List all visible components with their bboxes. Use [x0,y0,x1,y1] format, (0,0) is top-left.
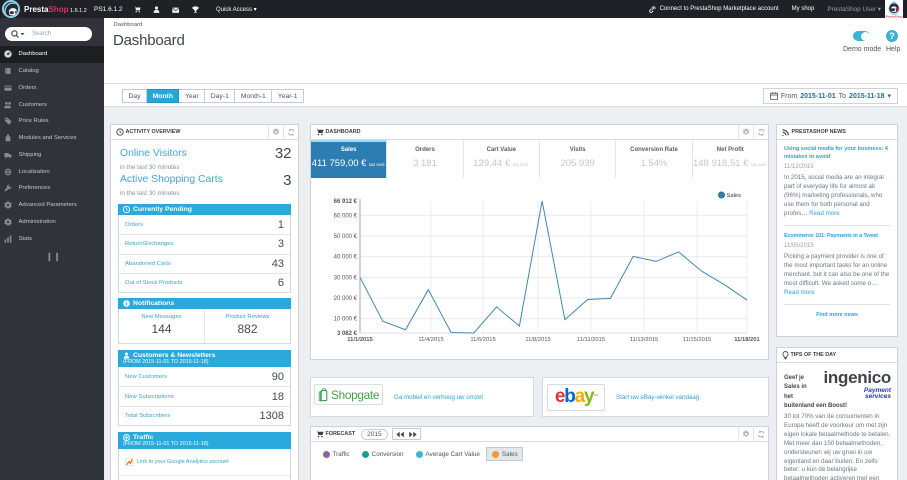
svg-text:60 000 €: 60 000 € [334,213,358,219]
svg-text:50 000 €: 50 000 € [334,234,358,240]
svg-text:PrestaShop: PrestaShop [886,14,903,18]
svg-text:10 000 €: 10 000 € [334,317,358,323]
svg-text:11/15/2015: 11/15/2015 [683,337,712,343]
svg-text:Sales: Sales [727,193,742,199]
svg-text:40 000 €: 40 000 € [334,255,358,261]
svg-text:20 000 €: 20 000 € [334,296,358,302]
svg-text:11/8/2015: 11/8/2015 [525,337,550,343]
svg-text:30 000 €: 30 000 € [334,275,358,281]
svg-text:11/6/2015: 11/6/2015 [470,337,495,343]
svg-text:11/1/2015: 11/1/2015 [347,337,373,343]
svg-text:11/4/2015: 11/4/2015 [418,337,443,343]
svg-text:11/13/2015: 11/13/2015 [630,337,659,343]
svg-text:66 912 €: 66 912 € [334,199,358,205]
svg-text:11/18/201: 11/18/201 [734,337,760,343]
svg-text:11/11/2015: 11/11/2015 [577,337,605,343]
